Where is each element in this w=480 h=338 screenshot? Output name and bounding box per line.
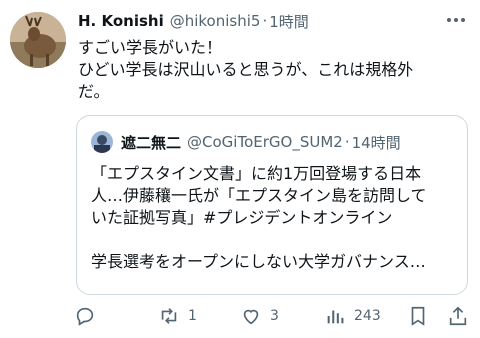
- separator-dot: ·: [262, 12, 268, 30]
- reply-icon: [74, 305, 96, 327]
- tweet-text: すごい学長がいた！ ひどい学長は沢山いると思うが、これは規格外 だ。: [78, 37, 470, 103]
- quoted-author-avatar: [91, 131, 113, 153]
- reply-button[interactable]: [74, 302, 104, 330]
- action-bar: 1 3 243: [74, 302, 474, 330]
- author-name[interactable]: H. Konishi: [78, 12, 164, 30]
- author-avatar[interactable]: [10, 12, 66, 68]
- more-icon[interactable]: [444, 10, 468, 30]
- quoted-time: 14時間: [351, 133, 401, 152]
- retweet-button[interactable]: 1: [158, 302, 197, 330]
- like-button[interactable]: 3: [240, 302, 279, 330]
- quoted-tweet-text: 「エプスタイン文書」に約1万回登場する日本 人…伊藤穰一氏が「エプスタイン島を訪…: [91, 163, 461, 273]
- like-icon: [240, 305, 262, 327]
- quoted-tweet[interactable]: 遮二無二 @CoGiToErGO_SUM2 · 14時間 「エプスタイン文書」に…: [76, 115, 468, 295]
- like-count: 3: [270, 308, 279, 324]
- views-icon: [324, 305, 346, 327]
- retweet-count: 1: [188, 308, 197, 324]
- tweet-text-line: ひどい学長は沢山いると思うが、これは規格外: [78, 60, 414, 79]
- views-button[interactable]: 243: [324, 302, 381, 330]
- quoted-tweet-header: 遮二無二 @CoGiToErGO_SUM2 · 14時間: [91, 130, 401, 154]
- tweet-time[interactable]: 1時間: [269, 11, 309, 32]
- retweet-icon: [158, 305, 180, 327]
- share-button[interactable]: [447, 302, 469, 330]
- tweet-text-line: すごい学長がいた！: [78, 38, 223, 57]
- tweet-text-line: だ。: [78, 82, 110, 101]
- quoted-author-name: 遮二無二: [121, 133, 182, 152]
- views-count: 243: [354, 308, 381, 324]
- share-icon: [447, 305, 469, 327]
- bookmark-button[interactable]: [407, 302, 429, 330]
- quoted-text-line: 学長選考をオープンにしない大学ガバナンス…: [91, 252, 426, 271]
- bookmark-icon: [407, 305, 429, 327]
- quoted-text-line: いた証拠写真」#プレジデントオンライン: [91, 208, 393, 227]
- quoted-author-handle: @CoGiToErGO_SUM2: [187, 133, 343, 151]
- tweet-header: H. Konishi @hikonishi5 · 1時間: [78, 10, 309, 32]
- quoted-text-line: 人…伊藤穰一氏が「エプスタイン島を訪問して: [91, 186, 427, 205]
- separator-dot: ·: [344, 133, 350, 151]
- quoted-text-line: [91, 229, 461, 251]
- quoted-text-line: 「エプスタイン文書」に約1万回登場する日本: [91, 164, 422, 183]
- author-handle[interactable]: @hikonishi5: [170, 12, 261, 30]
